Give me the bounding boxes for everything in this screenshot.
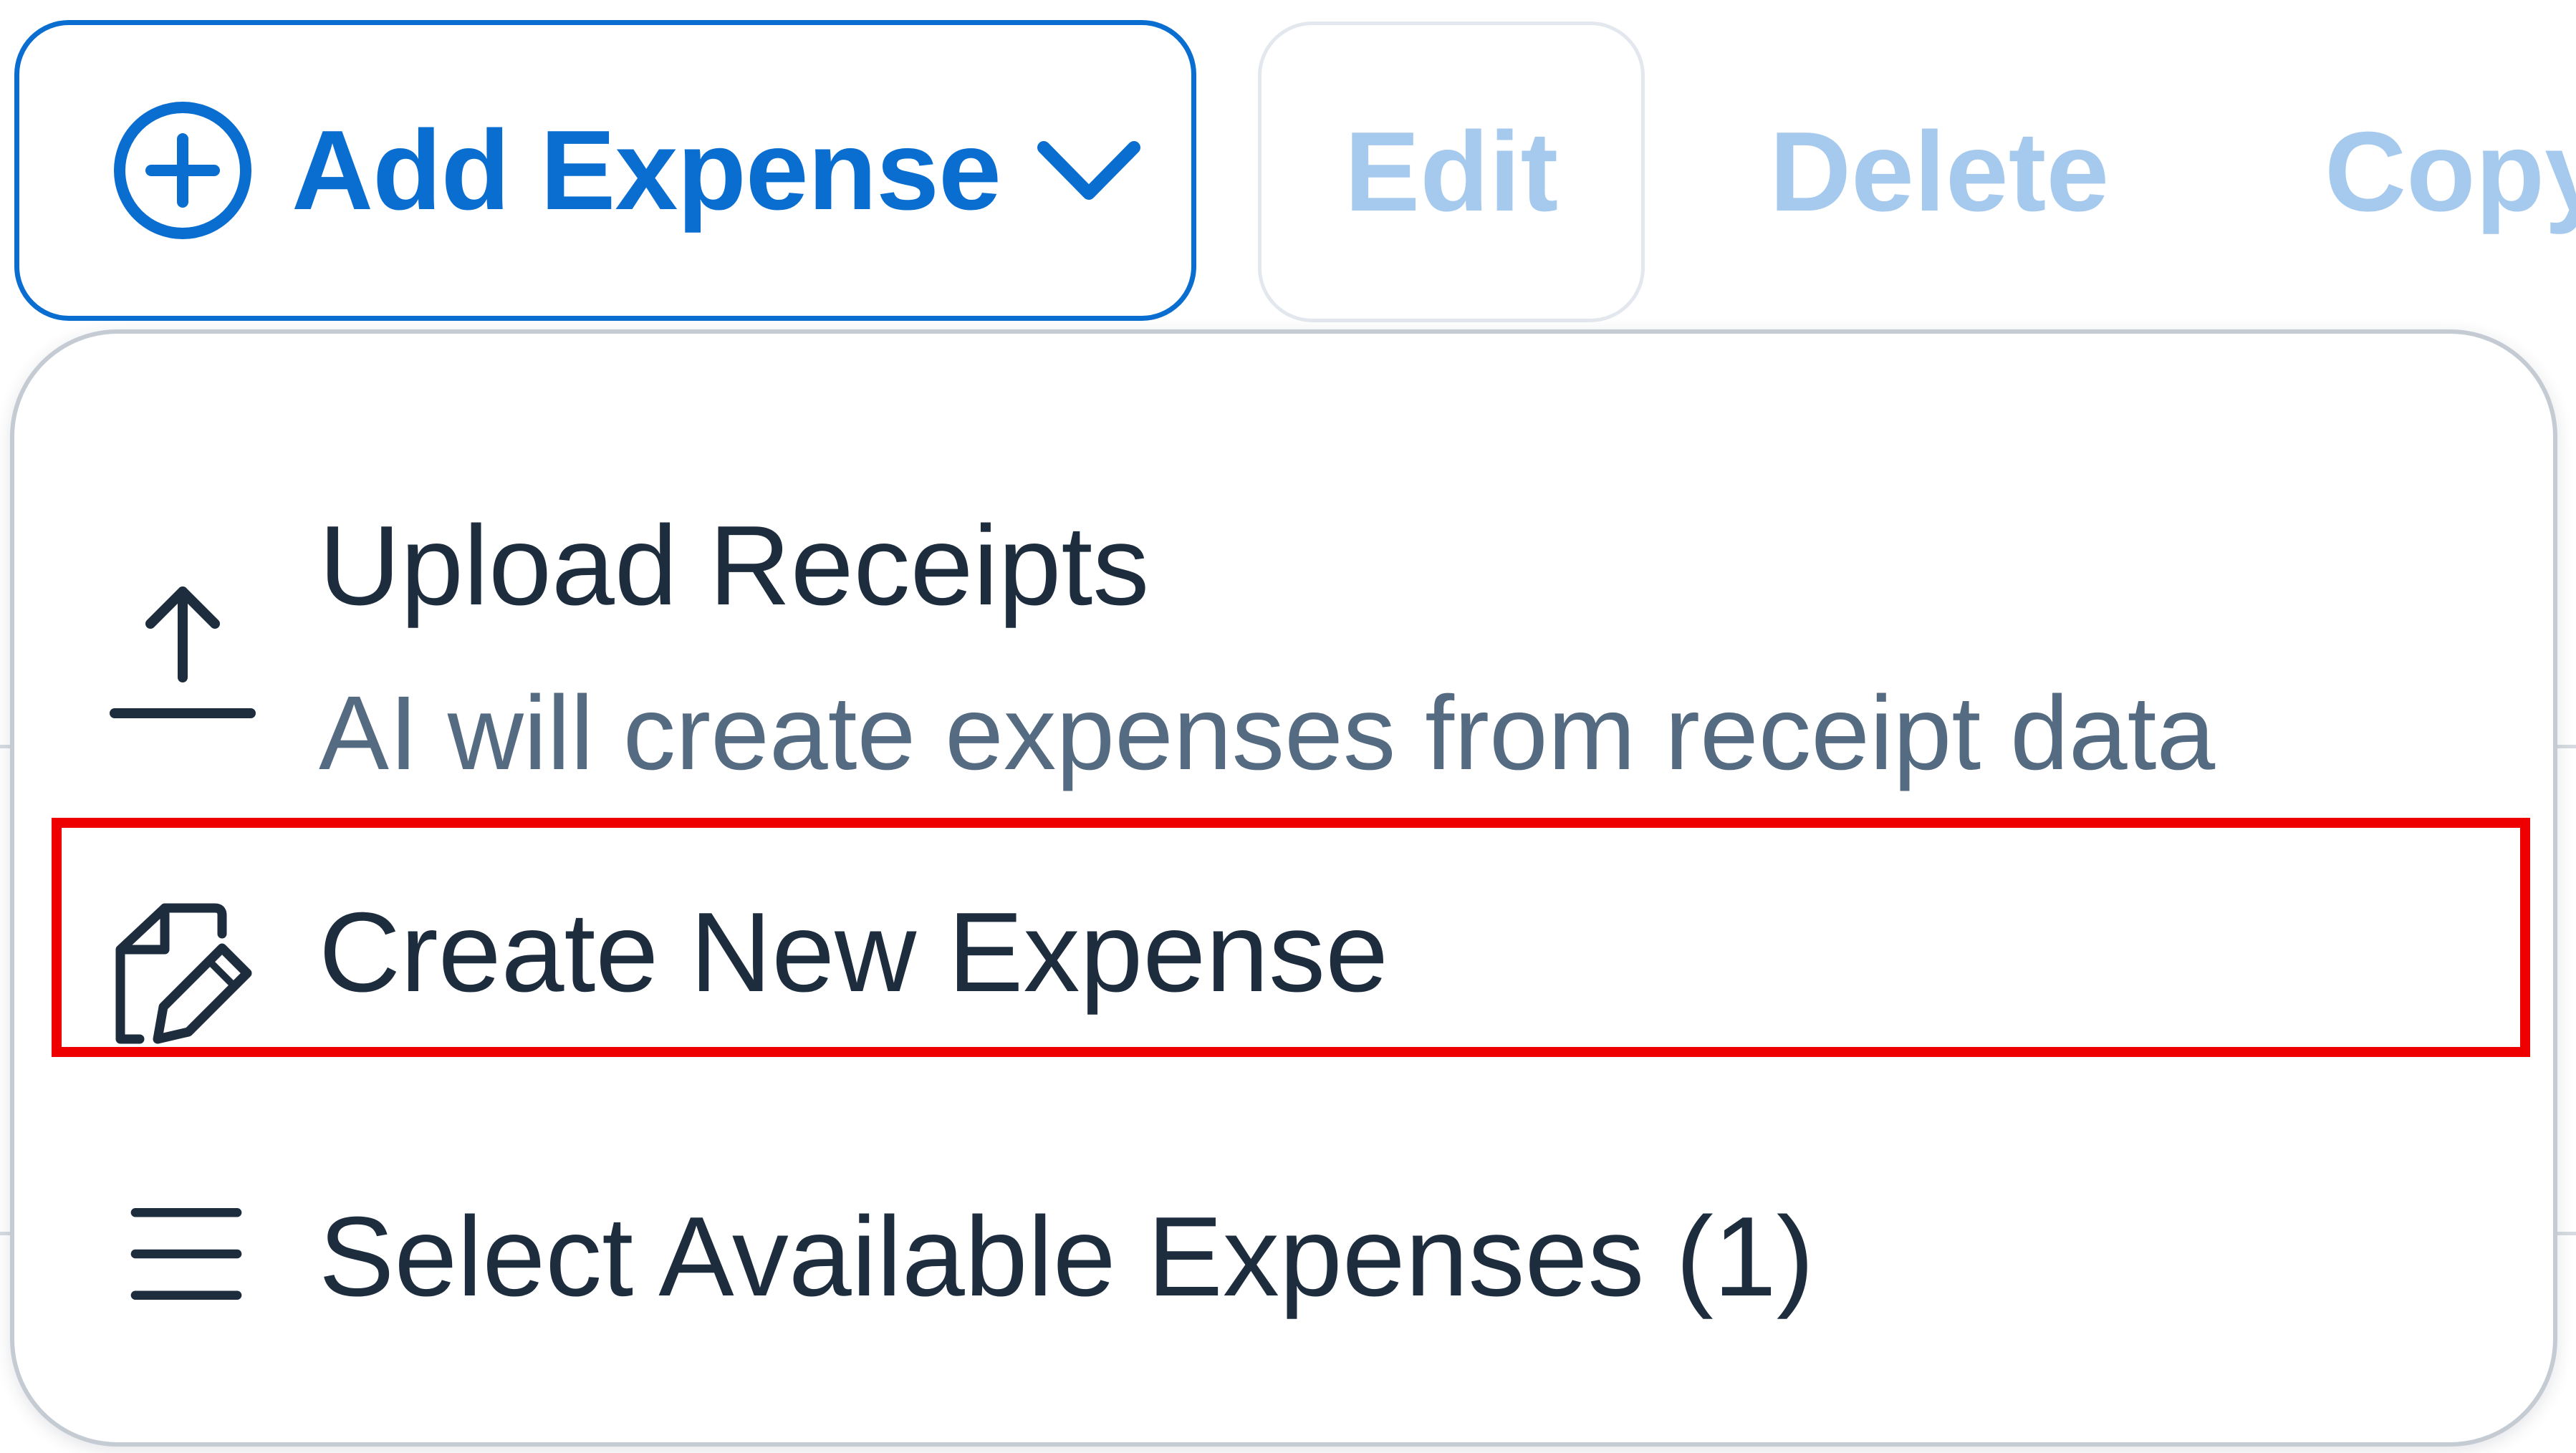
menu-item-create-new-expense[interactable]: Create New Expense bbox=[14, 821, 2553, 1086]
chevron-down-icon bbox=[1037, 141, 1140, 200]
add-expense-button[interactable]: Add Expense bbox=[14, 20, 1196, 321]
copy-button[interactable]: Copy bbox=[2325, 21, 2576, 322]
edit-label: Edit bbox=[1344, 109, 1559, 235]
menu-item-title: Upload Receipts bbox=[319, 503, 1150, 629]
add-circle-icon bbox=[114, 102, 251, 239]
menu-item-title: Create New Expense bbox=[319, 889, 1388, 1015]
menu-item-title: Select Available Expenses (1) bbox=[319, 1194, 1815, 1320]
delete-label: Delete bbox=[1769, 109, 2110, 235]
edit-button[interactable]: Edit bbox=[1258, 21, 1645, 322]
delete-button[interactable]: Delete bbox=[1769, 21, 2109, 322]
toolbar: Add Expense Edit Delete Copy bbox=[0, 0, 2576, 329]
menu-item-upload-receipts[interactable]: Upload Receipts AI will create expenses … bbox=[14, 398, 2553, 799]
add-expense-menu: Upload Receipts AI will create expenses … bbox=[10, 329, 2557, 1447]
menu-item-select-available-expenses[interactable]: Select Available Expenses (1) bbox=[14, 1121, 2553, 1379]
expense-report-screen: Add Expense Edit Delete Copy Upload Rece… bbox=[0, 0, 2576, 1453]
add-expense-label: Add Expense bbox=[292, 107, 1001, 233]
list-icon bbox=[130, 1208, 242, 1300]
copy-label: Copy bbox=[2325, 109, 2576, 235]
menu-item-subtitle: AI will create expenses from receipt dat… bbox=[319, 675, 2216, 792]
document-edit-icon bbox=[115, 903, 252, 1044]
upload-icon bbox=[110, 586, 256, 718]
